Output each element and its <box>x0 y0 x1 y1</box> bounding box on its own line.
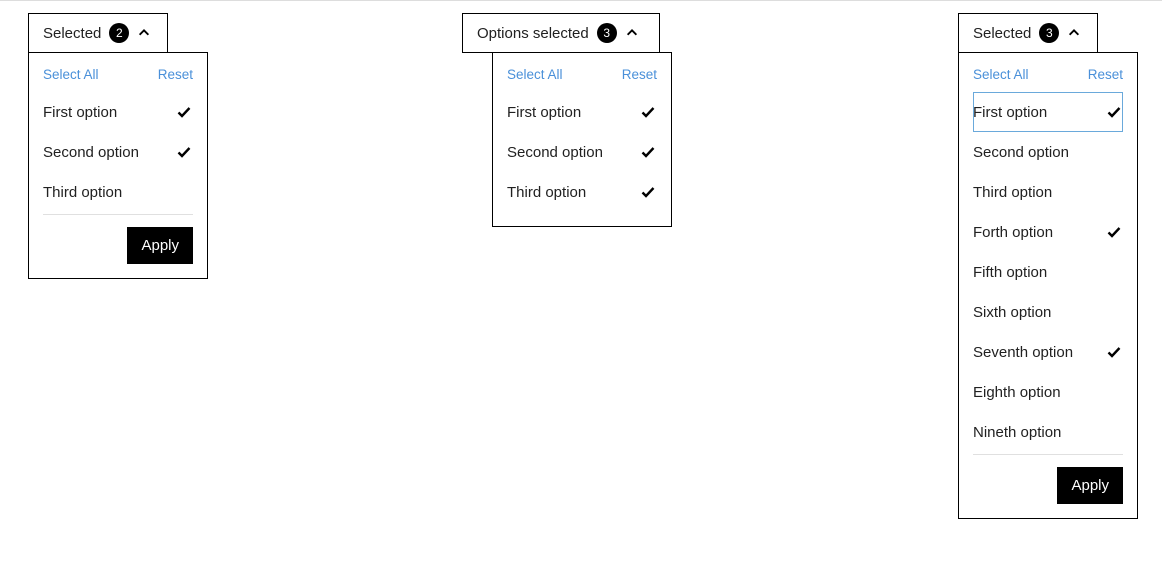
check-icon <box>1105 423 1123 441</box>
chevron-up-icon <box>1067 26 1081 40</box>
check-icon <box>1105 263 1123 281</box>
dropdown-1-label: Selected <box>43 25 101 42</box>
option-row[interactable]: Second option <box>43 132 193 172</box>
select-all-link[interactable]: Select All <box>43 67 99 82</box>
divider <box>973 454 1123 455</box>
option-row[interactable]: First option <box>973 92 1123 132</box>
dropdown-3: Selected 3 Select All Reset First option… <box>958 13 1138 519</box>
check-icon <box>175 183 193 201</box>
option-row[interactable]: Third option <box>507 172 657 212</box>
dropdown-2-count-badge: 3 <box>597 23 617 43</box>
option-label: Third option <box>507 184 586 201</box>
option-label: Eighth option <box>973 384 1061 401</box>
check-icon <box>1105 343 1123 361</box>
option-label: First option <box>43 104 117 121</box>
chevron-up-icon <box>625 26 639 40</box>
option-row[interactable]: Seventh option <box>973 332 1123 372</box>
check-icon <box>1105 383 1123 401</box>
option-label: Fifth option <box>973 264 1047 281</box>
check-icon <box>175 103 193 121</box>
select-all-link[interactable]: Select All <box>973 67 1029 82</box>
option-row[interactable]: Eighth option <box>973 372 1123 412</box>
option-label: First option <box>507 104 581 121</box>
dropdown-3-panel: Select All Reset First option Second opti… <box>958 52 1138 519</box>
dropdown-2: Options selected 3 Select All Reset Firs… <box>462 13 672 227</box>
dropdown-1-count-badge: 2 <box>109 23 129 43</box>
check-icon <box>1105 223 1123 241</box>
divider <box>43 214 193 215</box>
dropdown-1-panel: Select All Reset First option Second opti… <box>28 52 208 279</box>
check-icon <box>639 103 657 121</box>
option-row[interactable]: Nineth option <box>973 412 1123 452</box>
check-icon <box>639 143 657 161</box>
dropdown-2-top-links: Select All Reset <box>507 67 657 82</box>
option-row[interactable]: Sixth option <box>973 292 1123 332</box>
option-row[interactable]: Second option <box>507 132 657 172</box>
dropdown-2-header[interactable]: Options selected 3 <box>462 13 660 53</box>
chevron-up-icon <box>137 26 151 40</box>
dropdown-2-label: Options selected <box>477 25 589 42</box>
reset-link[interactable]: Reset <box>158 67 193 82</box>
option-label: Second option <box>507 144 603 161</box>
check-icon <box>1105 143 1123 161</box>
dropdown-1-options: First option Second option Third option <box>43 92 193 212</box>
option-row[interactable]: Third option <box>43 172 193 212</box>
option-row[interactable]: Second option <box>973 132 1123 172</box>
dropdown-1: Selected 2 Select All Reset First option… <box>28 13 208 279</box>
dropdown-2-options: First option Second option Third option <box>507 92 657 212</box>
dropdown-3-label: Selected <box>973 25 1031 42</box>
option-label: Third option <box>43 184 122 201</box>
option-label: Second option <box>973 144 1069 161</box>
dropdown-3-options: First option Second option Third option For… <box>973 92 1123 452</box>
check-icon <box>1105 303 1123 321</box>
option-label: Nineth option <box>973 424 1061 441</box>
dropdown-3-count-badge: 3 <box>1039 23 1059 43</box>
option-label: Third option <box>973 184 1052 201</box>
select-all-link[interactable]: Select All <box>507 67 563 82</box>
option-label: Second option <box>43 144 139 161</box>
check-icon <box>1105 183 1123 201</box>
apply-button[interactable]: Apply <box>127 227 193 264</box>
option-label: First option <box>973 104 1047 121</box>
check-icon <box>175 143 193 161</box>
dropdown-3-top-links: Select All Reset <box>973 67 1123 82</box>
dropdown-3-header[interactable]: Selected 3 <box>958 13 1098 53</box>
option-row[interactable]: Third option <box>973 172 1123 212</box>
option-label: Sixth option <box>973 304 1051 321</box>
dropdown-1-top-links: Select All Reset <box>43 67 193 82</box>
option-row[interactable]: First option <box>43 92 193 132</box>
option-row[interactable]: First option <box>507 92 657 132</box>
dropdown-2-panel: Select All Reset First option Second opti… <box>492 52 672 227</box>
option-row[interactable]: Forth option <box>973 212 1123 252</box>
reset-link[interactable]: Reset <box>1088 67 1123 82</box>
check-icon <box>639 183 657 201</box>
reset-link[interactable]: Reset <box>622 67 657 82</box>
option-row[interactable]: Fifth option <box>973 252 1123 292</box>
option-label: Seventh option <box>973 344 1073 361</box>
option-label: Forth option <box>973 224 1053 241</box>
apply-row: Apply <box>43 227 193 264</box>
dropdown-1-header[interactable]: Selected 2 <box>28 13 168 53</box>
apply-row: Apply <box>973 467 1123 504</box>
apply-button[interactable]: Apply <box>1057 467 1123 504</box>
check-icon <box>1105 103 1123 121</box>
